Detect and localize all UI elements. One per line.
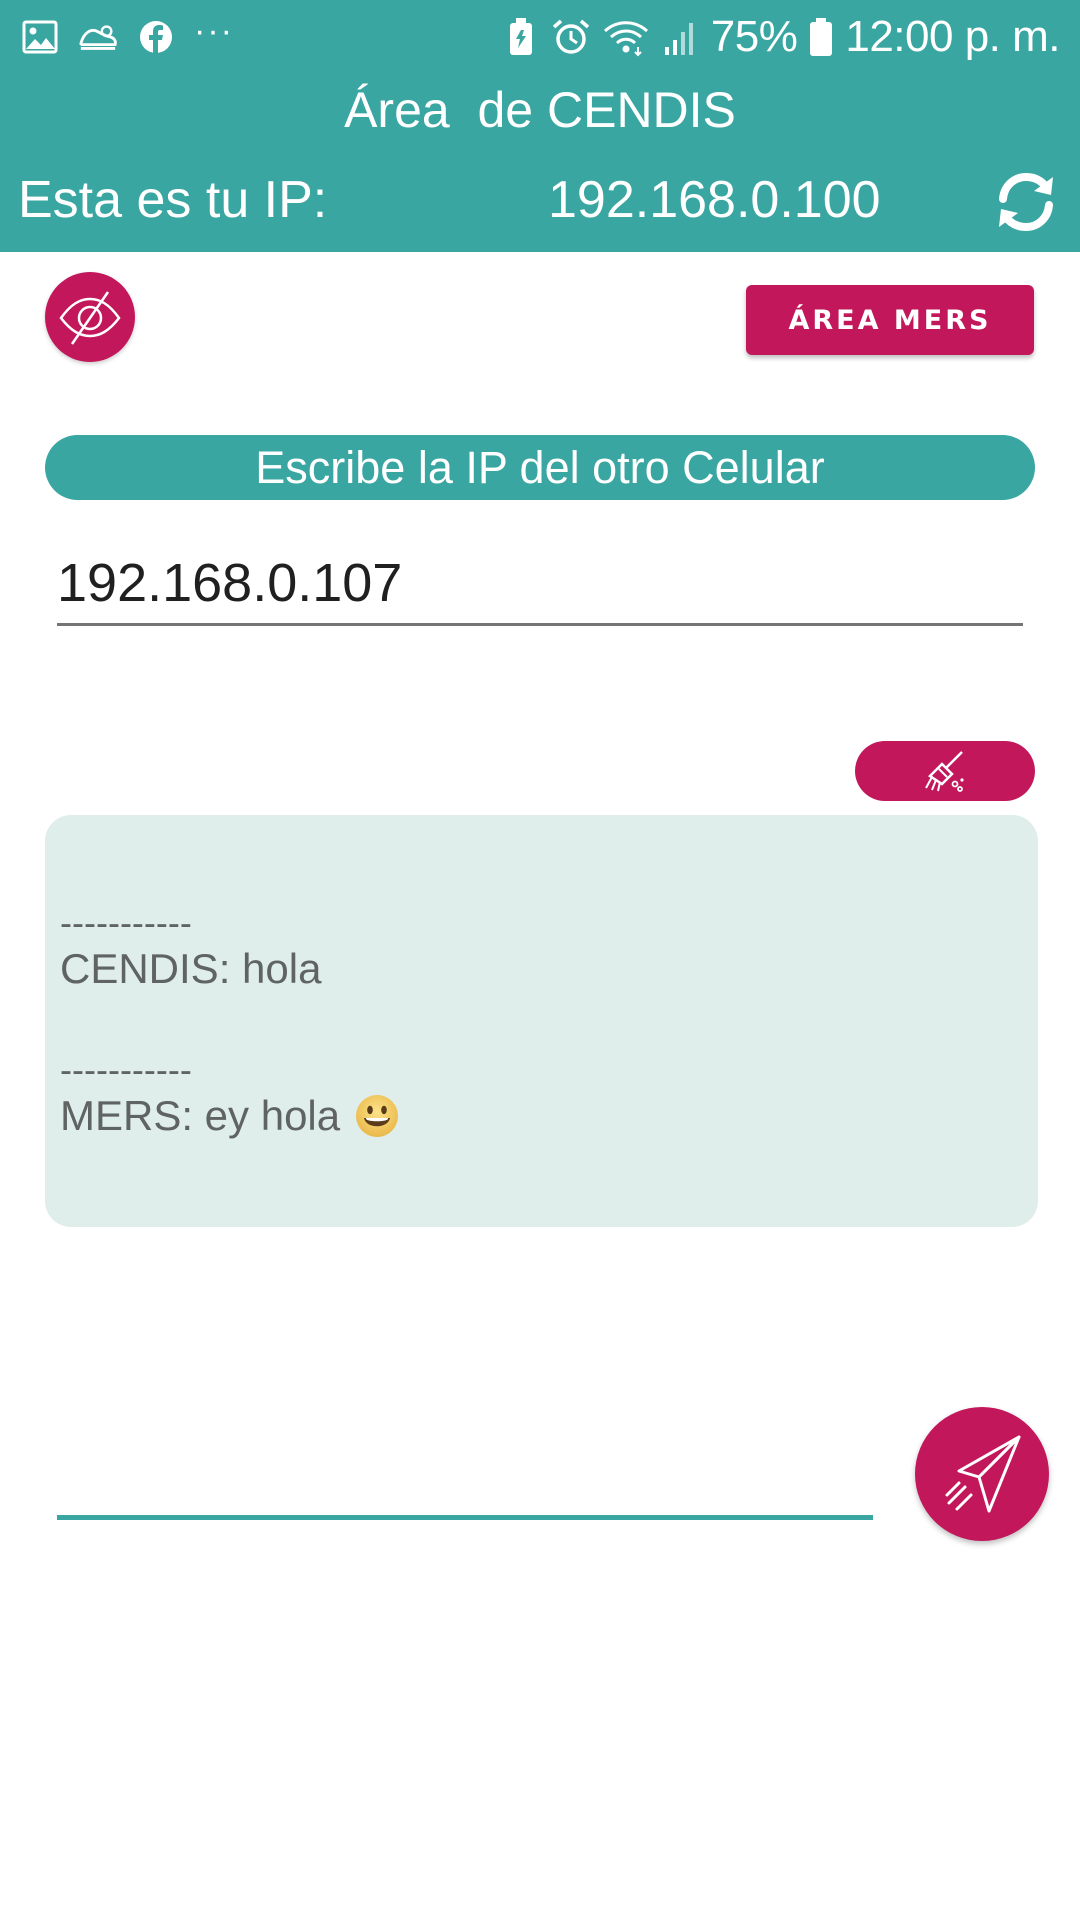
facebook-icon — [136, 17, 176, 57]
status-bar-notifications: ··· — [20, 12, 234, 58]
clock: 12:00 p. m. — [845, 12, 1060, 61]
eye-off-icon — [55, 282, 125, 352]
message-separator: ----------- — [60, 1049, 192, 1090]
message-separator: ----------- — [60, 902, 192, 943]
battery-icon — [807, 17, 835, 57]
status-bar-system: 75% 12:00 p. m. — [501, 10, 1060, 64]
chat-message: ----------- MERS: ey hola — [60, 1050, 400, 1142]
message-body: CENDIS: hola — [60, 945, 322, 992]
message-text: CENDIS: hola — [60, 943, 321, 995]
broom-icon — [922, 748, 968, 794]
wifi-icon — [601, 17, 651, 57]
app-screen: ··· 75% 12:00 p. m. Área de CENDIS Esta … — [0, 0, 1080, 1920]
grinning-face-icon — [354, 1093, 400, 1139]
clear-chat-button[interactable] — [855, 741, 1035, 801]
app-header: ··· 75% 12:00 p. m. Área de CENDIS Esta … — [0, 0, 1080, 252]
refresh-ip-button[interactable] — [992, 168, 1060, 236]
ip-prompt-label: Escribe la IP del otro Celular — [45, 435, 1035, 500]
page-title: Área de CENDIS — [344, 82, 736, 138]
gallery-icon — [20, 17, 60, 57]
status-bar: ··· 75% 12:00 p. m. — [0, 0, 1080, 74]
battery-percentage: 75% — [710, 12, 798, 61]
remote-ip-input[interactable] — [57, 548, 1023, 626]
send-button[interactable] — [915, 1407, 1049, 1541]
message-body: MERS: ey hola — [60, 1092, 341, 1139]
paper-plane-icon — [937, 1429, 1027, 1519]
more-notifications-indicator: ··· — [194, 12, 234, 50]
own-ip-label: Esta es tu IP: — [18, 171, 328, 229]
shoe-icon — [78, 17, 118, 57]
toggle-visibility-button[interactable] — [45, 272, 135, 362]
chat-log: ----------- CENDIS: hola ----------- MER… — [45, 815, 1038, 1227]
chat-message: ----------- CENDIS: hola — [60, 903, 321, 995]
area-mers-button[interactable]: ÁREA MERS — [746, 285, 1034, 355]
message-input[interactable] — [57, 1440, 873, 1520]
own-ip-value: 192.168.0.100 — [548, 171, 881, 229]
message-text: MERS: ey hola — [60, 1090, 400, 1142]
alarm-icon — [551, 17, 591, 57]
battery-saver-icon — [501, 17, 541, 57]
signal-icon — [661, 17, 701, 57]
refresh-icon — [993, 169, 1059, 235]
